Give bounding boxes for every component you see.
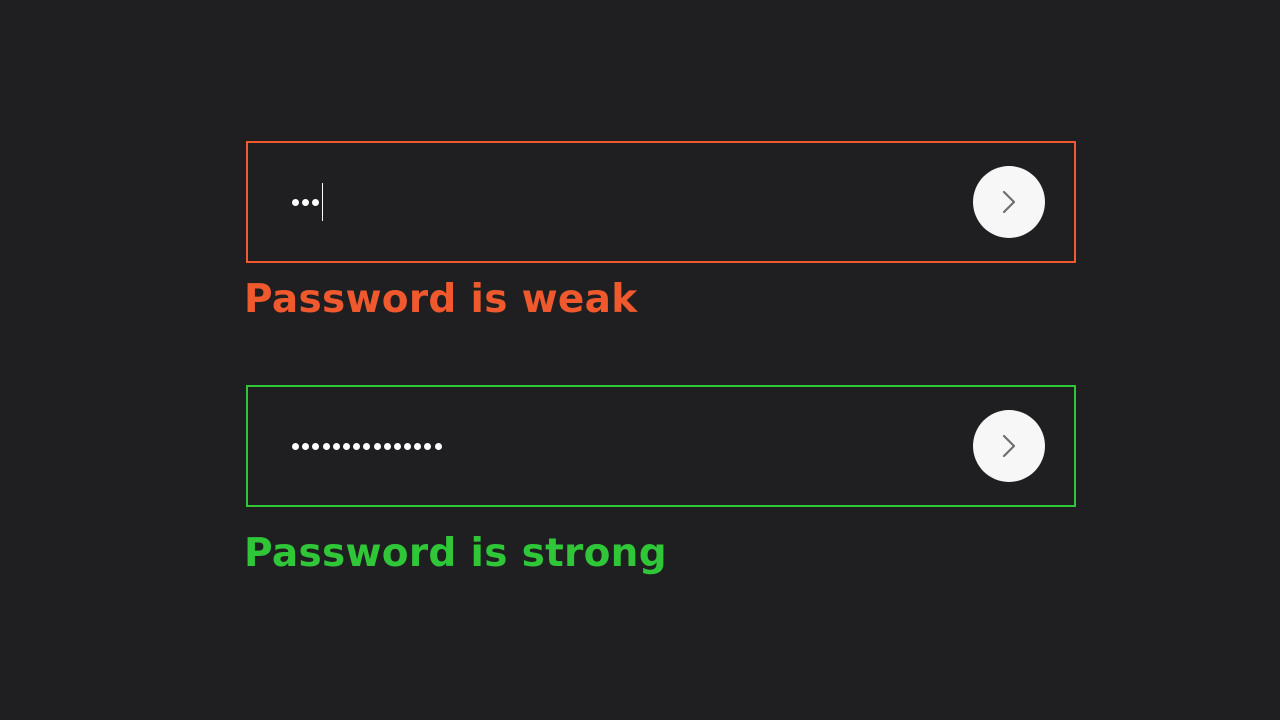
chevron-right-icon — [998, 189, 1020, 215]
password-mask-dot — [414, 442, 422, 450]
chevron-right-icon — [998, 433, 1020, 459]
password-mask-dot — [363, 442, 371, 450]
weak-password-input-value[interactable] — [292, 182, 323, 222]
password-mask-dot — [312, 442, 320, 450]
password-mask-dot — [353, 442, 361, 450]
password-mask-dot — [342, 442, 350, 450]
password-mask-dot — [322, 442, 330, 450]
password-mask-dot — [434, 442, 442, 450]
text-caret — [321, 183, 323, 221]
password-strength-demo: Password is weak Password is strong — [0, 0, 1280, 720]
password-mask-dot — [292, 442, 299, 450]
strong-submit-button[interactable] — [973, 410, 1045, 482]
weak-password-message: Password is weak — [244, 277, 638, 322]
password-mask-dot — [302, 198, 310, 206]
password-mask-dot — [332, 442, 340, 450]
strong-password-message: Password is strong — [244, 531, 667, 576]
weak-submit-button[interactable] — [973, 166, 1045, 238]
strong-password-field[interactable] — [246, 385, 1076, 507]
password-mask-dot — [292, 198, 299, 206]
weak-password-field[interactable] — [246, 141, 1076, 263]
password-mask-dot — [383, 442, 391, 450]
password-mask-dot — [302, 442, 310, 450]
password-mask-dot — [312, 198, 320, 206]
password-mask-dot — [424, 442, 432, 450]
password-mask-dot — [393, 442, 401, 450]
strong-password-input-value[interactable] — [292, 426, 445, 466]
password-mask-dot — [404, 442, 412, 450]
password-mask-dot — [373, 442, 381, 450]
